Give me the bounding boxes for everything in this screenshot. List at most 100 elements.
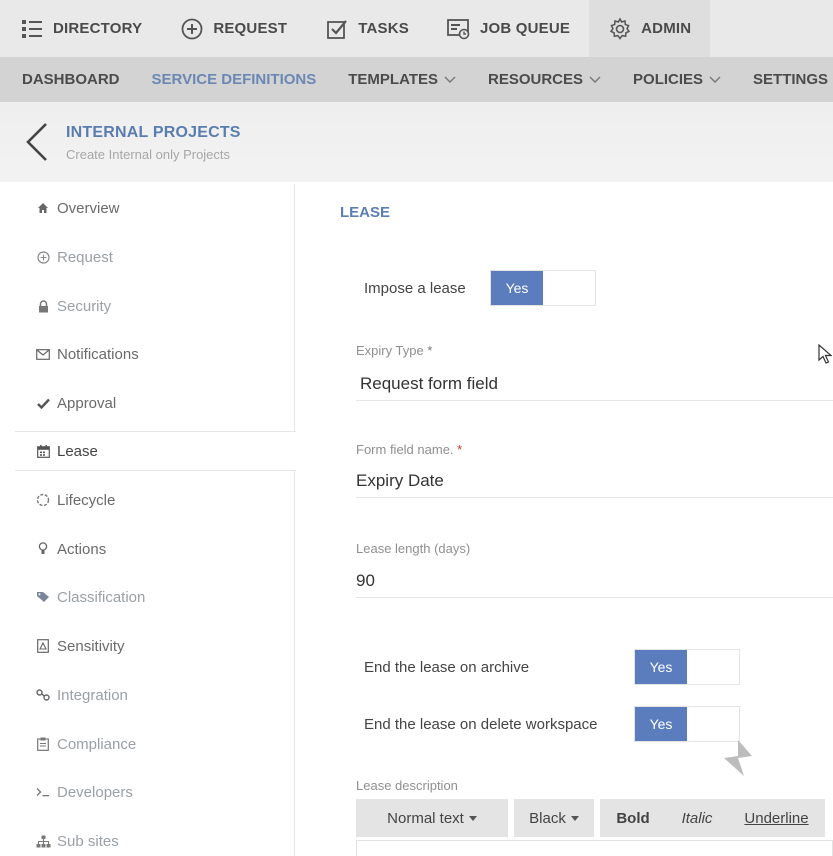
toggle-no-option[interactable] — [543, 271, 595, 305]
sidebar-item-compliance[interactable]: Compliance — [15, 724, 295, 764]
caret-down-icon — [468, 815, 477, 821]
sidebar-item-sub-sites[interactable]: Sub sites — [15, 821, 295, 856]
form-field-name-input[interactable]: Expiry Date — [356, 464, 833, 498]
text-color-dropdown[interactable]: Black — [514, 799, 594, 837]
lightbulb-icon — [35, 541, 51, 557]
sidebar-item-label: Sub sites — [57, 832, 119, 850]
chevron-down-icon — [444, 76, 456, 83]
mouse-pointer-icon — [818, 344, 832, 364]
plus-circle-icon — [35, 249, 51, 265]
sitemap-icon — [35, 833, 51, 849]
watermark-logo-icon — [724, 740, 752, 776]
sidebar-item-label: Request — [57, 248, 113, 266]
plus-circle-icon — [180, 17, 204, 41]
bold-button[interactable]: Bold — [600, 799, 666, 837]
end-on-archive-label: End the lease on archive — [364, 658, 530, 676]
nav-request[interactable]: REQUEST — [161, 0, 306, 57]
sidebar-item-label: Classification — [57, 588, 146, 606]
nav-tasks[interactable]: TASKS — [306, 0, 428, 57]
sidebar-item-lifecycle[interactable]: Lifecycle — [15, 480, 295, 520]
subnav-service-definitions[interactable]: SERVICE DEFINITIONS — [136, 71, 333, 88]
end-on-delete-toggle[interactable]: Yes — [634, 706, 740, 742]
sidebar-item-approval[interactable]: Approval — [15, 383, 295, 423]
italic-button[interactable]: Italic — [666, 799, 728, 837]
expiry-type-select[interactable]: Request form field — [356, 367, 833, 401]
sidebar-item-lease[interactable]: Lease — [15, 431, 296, 471]
subnav-templates-label: TEMPLATES — [348, 71, 438, 88]
subnav-settings[interactable]: SETTINGS — [737, 71, 833, 88]
page-subtitle: Create Internal only Projects — [66, 147, 231, 162]
clipboard-icon — [35, 736, 51, 752]
integration-icon — [35, 687, 51, 703]
back-arrow-icon[interactable] — [24, 122, 50, 162]
sidebar-item-classification[interactable]: Classification — [15, 577, 295, 617]
sidebar-item-sensitivity[interactable]: Sensitivity — [15, 626, 295, 666]
toggle-yes-option[interactable]: Yes — [491, 271, 543, 305]
directory-list-icon — [20, 17, 44, 41]
sidebar-item-label: Lifecycle — [57, 491, 116, 509]
underline-button[interactable]: Underline — [728, 799, 825, 837]
gear-icon — [608, 16, 632, 41]
toggle-no-option[interactable] — [687, 650, 739, 684]
sub-navigation: DASHBOARD SERVICE DEFINITIONS TEMPLATES … — [0, 57, 833, 102]
lease-length-input[interactable]: 90 — [356, 564, 833, 598]
text-style-dropdown[interactable]: Normal text — [356, 799, 508, 837]
lease-length-label: Lease length (days) — [356, 541, 471, 556]
sidebar-item-label: Compliance — [57, 735, 137, 753]
chevron-down-icon — [589, 76, 601, 83]
sidebar-item-label: Integration — [57, 686, 128, 704]
end-on-archive-toggle[interactable]: Yes — [634, 649, 740, 685]
page-title: INTERNAL PROJECTS — [66, 124, 241, 141]
terminal-icon — [35, 784, 51, 800]
sensitivity-icon — [35, 638, 51, 654]
lease-description-label: Lease description — [356, 778, 458, 793]
form-field-name-label: Form field name. * — [356, 442, 462, 457]
nav-job-queue[interactable]: JOB QUEUE — [428, 0, 589, 57]
sidebar-item-label: Lease — [57, 442, 98, 460]
lease-description-editor[interactable] — [356, 840, 833, 856]
expiry-type-label: Expiry Type * — [356, 343, 432, 358]
subnav-dashboard[interactable]: DASHBOARD — [0, 71, 136, 88]
toggle-yes-option[interactable]: Yes — [635, 650, 687, 684]
sidebar-item-overview[interactable]: Overview — [15, 188, 295, 228]
subnav-dashboard-label: DASHBOARD — [22, 71, 120, 88]
sidebar-item-integration[interactable]: Integration — [15, 675, 295, 715]
lifecycle-icon — [35, 492, 51, 508]
toggle-yes-option[interactable]: Yes — [635, 707, 687, 741]
subnav-settings-label: SETTINGS — [753, 71, 829, 88]
sidebar-item-request[interactable]: Request — [15, 237, 295, 277]
sidebar-item-label: Sensitivity — [57, 637, 125, 655]
home-icon — [35, 200, 51, 216]
sidebar-item-label: Security — [57, 297, 112, 315]
sidebar-item-security[interactable]: Security — [15, 286, 295, 326]
end-on-delete-label: End the lease on delete workspace — [364, 715, 598, 733]
tag-icon — [35, 589, 51, 605]
subnav-policies-label: POLICIES — [633, 71, 704, 88]
sidebar-item-label: Overview — [57, 199, 120, 217]
nav-admin[interactable]: ADMIN — [589, 0, 711, 57]
subnav-policies[interactable]: POLICIES — [617, 71, 737, 88]
subnav-resources-label: RESOURCES — [488, 71, 584, 88]
subnav-templates[interactable]: TEMPLATES — [332, 71, 472, 88]
chevron-down-icon — [709, 76, 721, 83]
caret-down-icon — [570, 815, 579, 821]
sidebar-item-developers[interactable]: Developers — [15, 772, 295, 812]
expiry-type-label-text: Expiry Type — [356, 343, 424, 358]
sidebar-item-actions[interactable]: Actions — [15, 529, 295, 569]
sidebar-item-label: Actions — [57, 540, 107, 558]
sidebar-item-label: Notifications — [57, 345, 139, 363]
impose-lease-toggle[interactable]: Yes — [490, 270, 596, 306]
settings-sidebar: Overview Request Security Notifications … — [15, 184, 296, 856]
sidebar-item-notifications[interactable]: Notifications — [15, 334, 295, 374]
calendar-icon — [35, 443, 51, 459]
subnav-resources[interactable]: RESOURCES — [472, 71, 617, 88]
end-on-delete-row: End the lease on delete workspace Yes — [364, 706, 740, 742]
page-header: INTERNAL PROJECTS Create Internal only P… — [0, 102, 833, 182]
sidebar-item-label: Developers — [57, 783, 133, 801]
nav-directory[interactable]: DIRECTORY — [0, 0, 161, 57]
lock-icon — [35, 298, 51, 314]
toggle-no-option[interactable] — [687, 707, 739, 741]
sidebar-item-label: Approval — [57, 394, 117, 412]
job-queue-icon — [447, 17, 471, 41]
text-color-label: Black — [529, 809, 566, 827]
